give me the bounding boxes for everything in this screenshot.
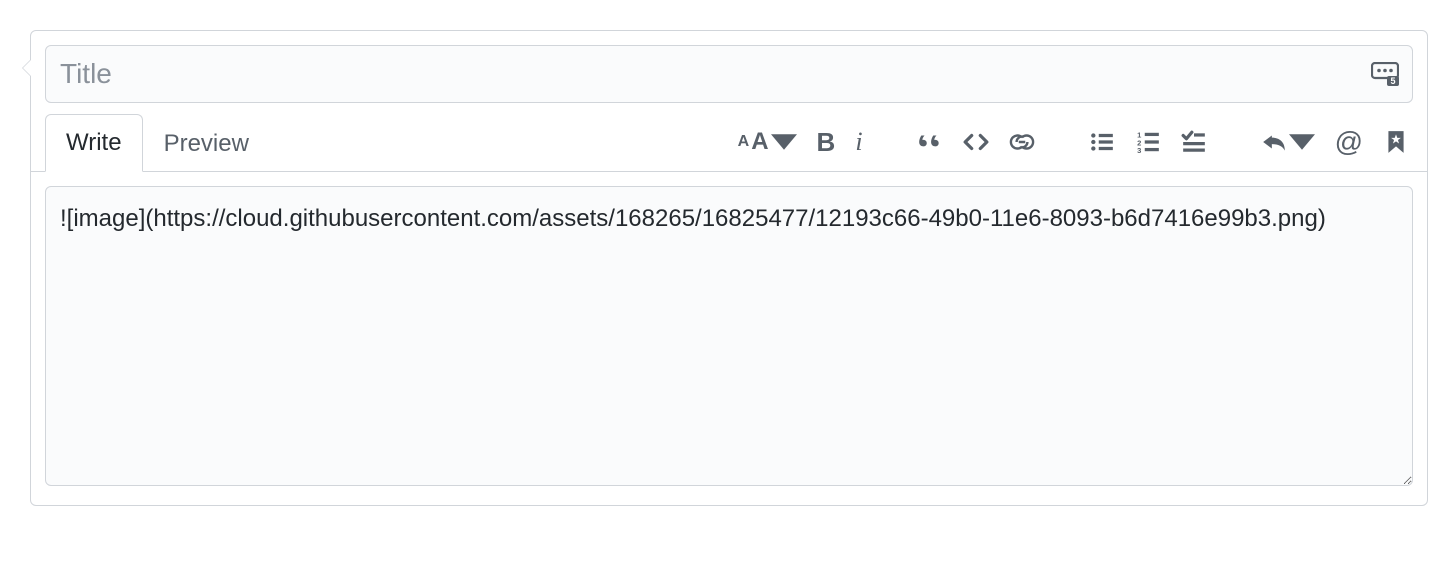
ordered-list-button[interactable]: 1 2 3 bbox=[1131, 125, 1165, 159]
unordered-list-button[interactable] bbox=[1085, 125, 1119, 159]
toolbar-group-insert bbox=[913, 125, 1039, 159]
heading-big-a: A bbox=[751, 128, 768, 156]
heading-button[interactable]: AA bbox=[734, 124, 801, 160]
title-input-wrap: 5 bbox=[45, 45, 1413, 103]
extension-icon[interactable]: 5 bbox=[1371, 62, 1399, 86]
toolbar: AA B i bbox=[734, 114, 1413, 170]
tab-write[interactable]: Write bbox=[45, 114, 143, 172]
comment-form: 5 Write Preview AA B i bbox=[30, 30, 1428, 506]
quote-icon bbox=[917, 129, 943, 155]
tabnav: Write Preview AA B i bbox=[31, 113, 1427, 172]
task-list-button[interactable] bbox=[1177, 125, 1211, 159]
toolbar-group-misc: @ bbox=[1257, 122, 1413, 162]
comment-textarea[interactable] bbox=[45, 186, 1413, 486]
heading-small-a: A bbox=[738, 133, 750, 151]
ordered-list-icon: 1 2 3 bbox=[1135, 129, 1161, 155]
toolbar-group-lists: 1 2 3 bbox=[1085, 125, 1211, 159]
chevron-down-icon bbox=[771, 129, 797, 155]
toolbar-group-text: AA B i bbox=[734, 123, 867, 162]
title-input[interactable] bbox=[45, 45, 1413, 103]
body-area bbox=[31, 172, 1427, 505]
unordered-list-icon bbox=[1089, 129, 1115, 155]
bold-button[interactable]: B bbox=[813, 123, 840, 162]
bubble-arrow bbox=[22, 59, 31, 77]
chevron-down-icon bbox=[1289, 129, 1315, 155]
code-button[interactable] bbox=[959, 125, 993, 159]
quote-button[interactable] bbox=[913, 125, 947, 159]
reply-button[interactable] bbox=[1257, 125, 1319, 159]
title-row: 5 bbox=[31, 31, 1427, 113]
reference-button[interactable] bbox=[1379, 125, 1413, 159]
code-icon bbox=[963, 129, 989, 155]
reply-icon bbox=[1261, 129, 1287, 155]
link-button[interactable] bbox=[1005, 125, 1039, 159]
link-icon bbox=[1009, 129, 1035, 155]
svg-text:5: 5 bbox=[1390, 76, 1395, 86]
task-list-icon bbox=[1181, 129, 1207, 155]
tab-preview[interactable]: Preview bbox=[143, 115, 270, 172]
svg-text:3: 3 bbox=[1137, 146, 1141, 155]
tabs: Write Preview bbox=[45, 113, 270, 171]
bookmark-icon bbox=[1383, 129, 1409, 155]
italic-button[interactable]: i bbox=[851, 123, 866, 161]
mention-button[interactable]: @ bbox=[1331, 122, 1367, 162]
